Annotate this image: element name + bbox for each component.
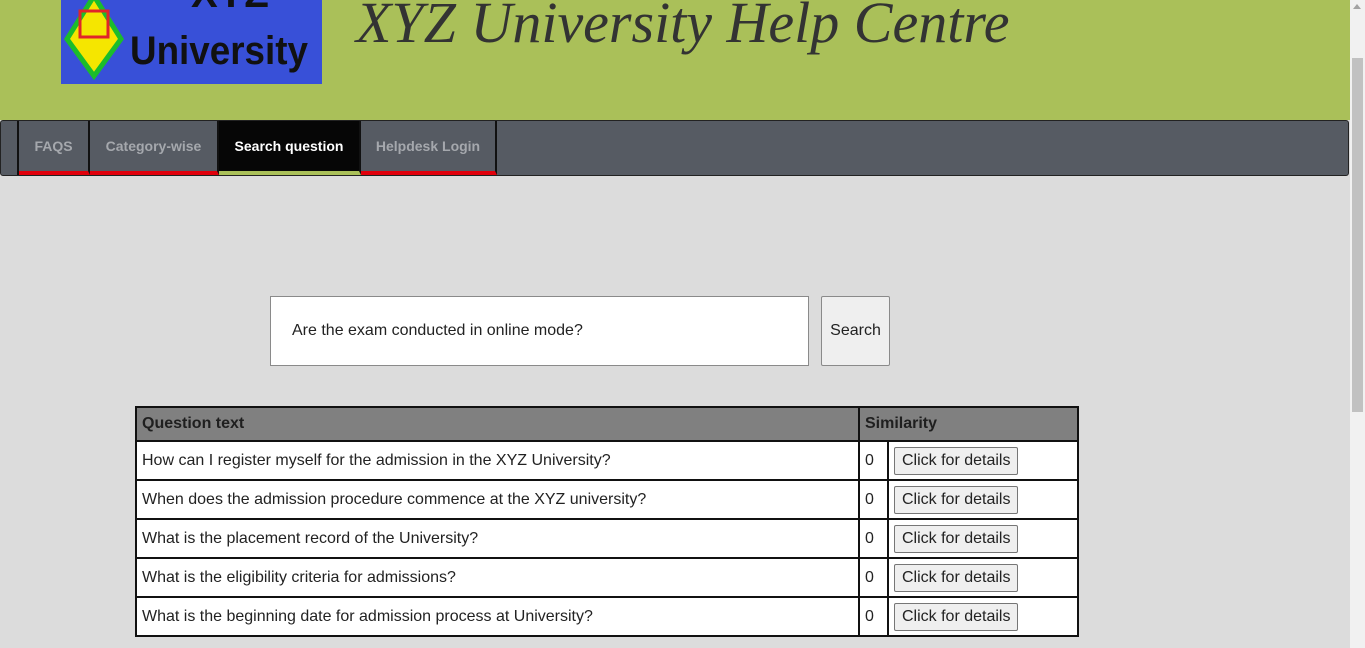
question-cell: When does the admission procedure commen… [135,479,860,520]
column-header-similarity: Similarity [858,406,1079,442]
question-cell: How can I register myself for the admiss… [135,440,860,481]
action-cell: Click for details [887,596,1079,637]
column-header-question: Question text [135,406,860,442]
question-cell: What is the placement record of the Univ… [135,518,860,559]
page: XYZ University XYZ University Help Centr… [0,0,1365,648]
results-table: Question text Similarity How can I regis… [135,406,1079,637]
main-nav: FAQS Category-wise Search question Helpd… [0,120,1349,176]
site-title: XYZ University Help Centre [356,0,1010,55]
click-for-details-button[interactable]: Click for details [894,563,1019,592]
logo-text-xyz: XYZ [191,0,269,14]
action-cell: Click for details [887,518,1079,559]
question-cell: What is the eligibility criteria for adm… [135,557,860,598]
similarity-cell: 0 [858,479,889,520]
click-for-details-button[interactable]: Click for details [894,446,1019,475]
action-cell: Click for details [887,557,1079,598]
search-input[interactable] [270,296,809,366]
nav-item-faqs[interactable]: FAQS [19,121,90,175]
click-for-details-button[interactable]: Click for details [894,485,1019,514]
logo-text-university: University [130,29,308,73]
action-cell: Click for details [887,440,1079,481]
university-logo[interactable]: XYZ University [61,0,322,84]
action-cell: Click for details [887,479,1079,520]
scroll-up-arrow-icon[interactable] [1353,4,1361,9]
table-row: When does the admission procedure commen… [135,479,1079,520]
nav-item-search-question[interactable]: Search question [219,121,361,175]
vertical-scrollbar[interactable] [1350,0,1365,648]
nav-item-helpdesk-login[interactable]: Helpdesk Login [361,121,497,175]
click-for-details-button[interactable]: Click for details [894,524,1019,553]
similarity-cell: 0 [858,518,889,559]
similarity-cell: 0 [858,440,889,481]
table-row: How can I register myself for the admiss… [135,440,1079,481]
table-row: What is the beginning date for admission… [135,596,1079,637]
click-for-details-button[interactable]: Click for details [894,602,1019,631]
similarity-cell: 0 [858,557,889,598]
search-button[interactable]: Search [821,296,890,366]
table-row: What is the eligibility criteria for adm… [135,557,1079,598]
nav-items: FAQS Category-wise Search question Helpd… [17,121,497,175]
table-header-row: Question text Similarity [135,406,1079,442]
question-cell: What is the beginning date for admission… [135,596,860,637]
table-row: What is the placement record of the Univ… [135,518,1079,559]
nav-item-category-wise[interactable]: Category-wise [90,121,219,175]
site-header: XYZ University XYZ University Help Centr… [0,0,1350,120]
similarity-cell: 0 [858,596,889,637]
scrollbar-thumb[interactable] [1352,58,1363,412]
